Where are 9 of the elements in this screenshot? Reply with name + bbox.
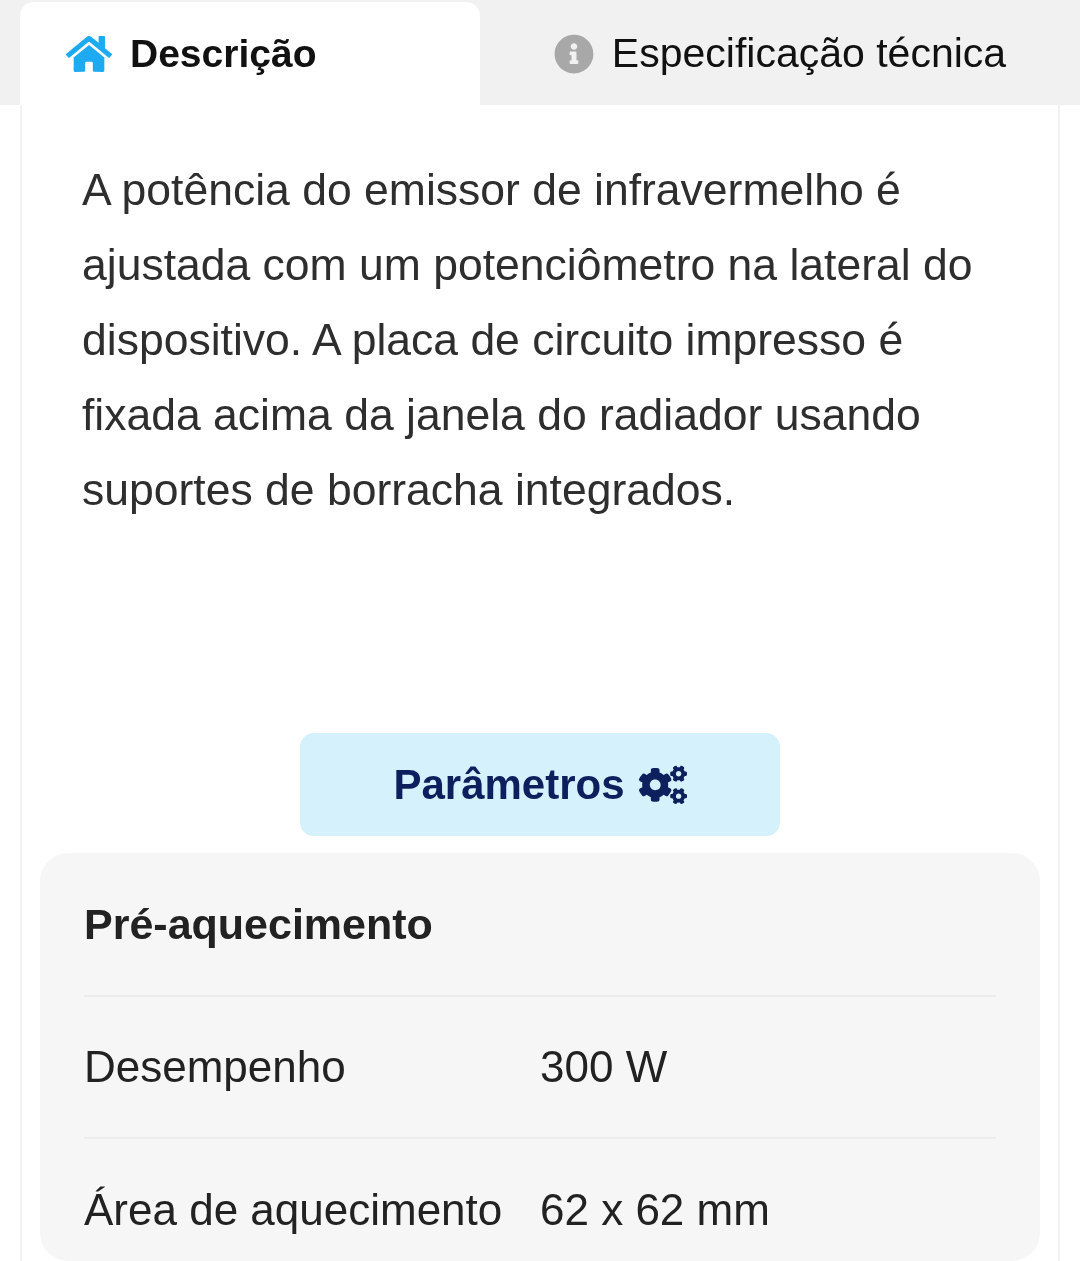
- parameters-button[interactable]: Parâmetros: [300, 733, 780, 836]
- info-icon: [553, 33, 594, 74]
- spec-value: 62 x 62 mm: [540, 1185, 771, 1235]
- tab[interactable]: Descrição: [20, 2, 480, 105]
- spec-group-title: Pré-aquecimento: [84, 899, 433, 949]
- description-text: A potência do emissor de infravermelho é ajustada com um potenciômetro na lateral do dispositivo. A placa de circuito impresso é fixada acima da janela do radiador usando suportes de borracha integrados.: [82, 164, 974, 516]
- spec-name: Área de aquecimento: [84, 1185, 504, 1235]
- spec-name: Desempenho: [84, 1042, 347, 1092]
- spec-value: 300 W: [540, 1042, 669, 1092]
